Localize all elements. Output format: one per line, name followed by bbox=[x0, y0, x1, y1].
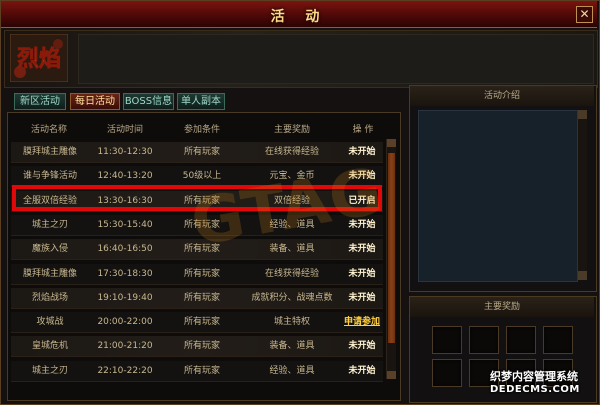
activity-action: 未开始 bbox=[348, 244, 376, 255]
site-watermark-url: DEDECMS.COM bbox=[490, 384, 580, 395]
activity-time: 21:00-21:20 bbox=[97, 341, 153, 352]
activity-time: 19:10-19:40 bbox=[97, 292, 153, 303]
tab-daily[interactable]: 每日活动 bbox=[70, 93, 120, 110]
activity-name: 城主之刃 bbox=[31, 219, 68, 230]
reward-slot[interactable] bbox=[469, 326, 499, 354]
close-icon[interactable]: ✕ bbox=[576, 6, 593, 23]
activity-name: 皇城危机 bbox=[31, 341, 68, 352]
activity-time: 16:40-16:50 bbox=[97, 244, 153, 255]
header-banner-area bbox=[78, 34, 594, 84]
activity-action: 未开始 bbox=[348, 292, 376, 303]
activity-time: 11:30-12:30 bbox=[97, 147, 153, 157]
game-logo: 烈焰 bbox=[10, 34, 68, 82]
col-name-header: 活动名称 bbox=[30, 125, 67, 135]
table-row[interactable]: 城主之刃 22:10-22:20 所有玩家 经验、道具 未开始 bbox=[11, 360, 383, 382]
table-row[interactable]: 烈焰战场 19:10-19:40 所有玩家 成就积分、战魂点数 未开始 bbox=[11, 287, 383, 309]
activity-reward: 经验、道具 bbox=[269, 365, 315, 376]
scroll-thumb[interactable] bbox=[388, 153, 395, 343]
intro-scroll-down-icon[interactable] bbox=[578, 271, 587, 280]
activity-action: 未开始 bbox=[348, 219, 376, 230]
intro-scrollbar[interactable] bbox=[578, 110, 587, 280]
activity-reward: 成就积分、战魂点数 bbox=[251, 292, 333, 303]
col-condition-header: 参加条件 bbox=[183, 125, 220, 135]
svg-text:烈焰: 烈焰 bbox=[17, 46, 61, 72]
title-bar: 活 动 ✕ bbox=[1, 1, 597, 28]
intro-content bbox=[418, 110, 578, 282]
activity-time: 17:30-18:30 bbox=[97, 268, 153, 279]
activity-reward: 装备、道具 bbox=[269, 244, 315, 255]
intro-scroll-up-icon[interactable] bbox=[578, 110, 587, 119]
activity-time: 12:40-13:20 bbox=[97, 171, 153, 182]
col-reward-header: 主要奖励 bbox=[273, 125, 310, 135]
activity-reward: 在线获得经验 bbox=[264, 268, 319, 279]
activity-name: 魔族入侵 bbox=[31, 244, 68, 255]
activity-time: 20:00-22:00 bbox=[97, 317, 153, 328]
reward-slot[interactable] bbox=[543, 326, 573, 354]
reward-slot[interactable] bbox=[432, 359, 462, 387]
activity-name: 攻城战 bbox=[36, 317, 64, 328]
col-time-header: 活动时间 bbox=[106, 125, 143, 135]
activity-action: 未开始 bbox=[348, 147, 376, 157]
table-row[interactable]: 膜拜城主雕像 11:30-12:30 所有玩家 在线获得经验 未开始 bbox=[11, 142, 383, 163]
table-row[interactable]: 全服双倍经验 13:30-16:30 所有玩家 双倍经验 已开启 bbox=[11, 190, 383, 212]
table-row[interactable]: 谁与争锋活动 12:40-13:20 50级以上 元宝、金币 未开始 bbox=[11, 166, 383, 188]
activity-action: 未开始 bbox=[348, 268, 376, 279]
table-row[interactable]: 魔族入侵 16:40-16:50 所有玩家 装备、道具 未开始 bbox=[11, 239, 383, 261]
activity-condition: 所有玩家 bbox=[183, 195, 220, 206]
activity-name: 城主之刃 bbox=[31, 365, 68, 376]
activity-reward: 城主特权 bbox=[273, 317, 310, 328]
table-row[interactable]: 皇城危机 21:00-21:20 所有玩家 装备、道具 未开始 bbox=[11, 336, 383, 358]
reward-title: 主要奖励 bbox=[410, 297, 594, 317]
activity-action: 未开始 bbox=[348, 365, 376, 376]
activity-condition: 所有玩家 bbox=[183, 317, 220, 328]
activity-condition: 所有玩家 bbox=[183, 244, 220, 255]
activity-reward: 双倍经验 bbox=[273, 195, 310, 206]
activity-condition: 所有玩家 bbox=[183, 268, 220, 279]
site-watermark: 织梦内容管理系统 DEDECMS.COM bbox=[490, 370, 600, 396]
col-action-header: 操 作 bbox=[352, 125, 374, 135]
activity-action[interactable]: 申请参加 bbox=[341, 312, 383, 332]
activity-reward: 经验、道具 bbox=[269, 219, 315, 230]
table-row[interactable]: 城主之刃 15:30-15:40 所有玩家 经验、道具 未开始 bbox=[11, 214, 383, 236]
window-title: 活 动 bbox=[270, 9, 328, 25]
activity-action: 未开始 bbox=[348, 171, 376, 182]
table-header: 活动名称 活动时间 参加条件 主要奖励 操 作 bbox=[9, 121, 387, 139]
scroll-up-arrow-icon[interactable] bbox=[387, 139, 396, 147]
site-watermark-cn: 织梦内容管理系统 bbox=[490, 370, 578, 383]
table-row[interactable]: 膜拜城主雕像 17:30-18:30 所有玩家 在线获得经验 未开始 bbox=[11, 263, 383, 285]
intro-title: 活动介绍 bbox=[410, 86, 594, 106]
activity-name: 膜拜城主雕像 bbox=[22, 268, 77, 279]
activity-name: 全服双倍经验 bbox=[22, 195, 77, 206]
activity-condition: 所有玩家 bbox=[183, 292, 220, 303]
activity-name: 谁与争锋活动 bbox=[22, 171, 77, 182]
activity-action: 未开始 bbox=[348, 341, 376, 352]
activity-condition: 50级以上 bbox=[182, 171, 222, 182]
activity-condition: 所有玩家 bbox=[183, 219, 220, 230]
activity-name: 膜拜城主雕像 bbox=[22, 147, 77, 157]
activity-reward: 装备、道具 bbox=[269, 341, 315, 352]
tab-new-server[interactable]: 新区活动 bbox=[14, 93, 66, 110]
activity-condition: 所有玩家 bbox=[183, 365, 220, 376]
tab-boss-info[interactable]: BOSS信息 bbox=[123, 93, 174, 110]
activity-name: 烈焰战场 bbox=[31, 292, 68, 303]
scroll-down-arrow-icon[interactable] bbox=[387, 371, 396, 379]
tab-solo-dungeon[interactable]: 单人副本 bbox=[177, 93, 225, 110]
list-scrollbar[interactable] bbox=[386, 139, 396, 379]
activity-time: 22:10-22:20 bbox=[97, 365, 153, 376]
table-row[interactable]: 攻城战 20:00-22:00 所有玩家 城主特权 申请参加 bbox=[11, 312, 383, 334]
activity-time: 13:30-16:30 bbox=[97, 195, 153, 206]
reward-slot[interactable] bbox=[432, 326, 462, 354]
activity-reward: 元宝、金币 bbox=[269, 171, 315, 182]
activity-time: 15:30-15:40 bbox=[97, 219, 153, 230]
activity-condition: 所有玩家 bbox=[183, 147, 220, 157]
activity-reward: 在线获得经验 bbox=[264, 147, 319, 157]
reward-slot[interactable] bbox=[506, 326, 536, 354]
activity-condition: 所有玩家 bbox=[183, 341, 220, 352]
activity-action: 已开启 bbox=[348, 195, 376, 206]
